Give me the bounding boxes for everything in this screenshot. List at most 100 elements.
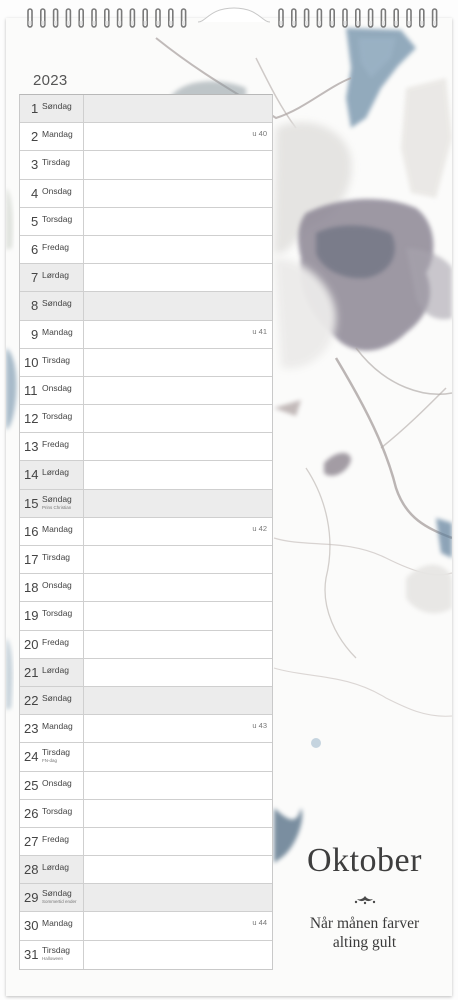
weekday-name: Søndag bbox=[42, 493, 72, 504]
day-row: 27 Fredag bbox=[20, 827, 272, 857]
day-row: 25 Onsdag bbox=[20, 771, 272, 800]
month-motto: Når månen farver alting gult bbox=[273, 914, 456, 952]
day-number: 24 bbox=[24, 749, 39, 765]
day-number: 11 bbox=[24, 382, 38, 398]
day-note: Halloween bbox=[42, 955, 64, 961]
weekday-name: Fredag bbox=[42, 833, 69, 844]
day-row: 5 Torsdag bbox=[20, 207, 272, 236]
day-number: 12 bbox=[24, 411, 39, 427]
week-number: u 43 bbox=[252, 721, 267, 731]
day-row: 19 Torsdag bbox=[20, 602, 272, 631]
week-number: u 42 bbox=[252, 523, 267, 533]
day-label-cell: 24 Tirsdag FN-dag bbox=[20, 743, 84, 771]
day-number: 6 bbox=[31, 241, 39, 257]
weekday-name: Torsdag bbox=[42, 805, 73, 816]
day-number: 22 bbox=[24, 692, 39, 708]
day-number: 25 bbox=[24, 777, 39, 793]
day-number: 27 bbox=[24, 833, 39, 849]
day-label-cell: 1 Søndag bbox=[20, 95, 84, 123]
day-row: 4 Onsdag bbox=[20, 179, 272, 208]
weekday-name: Tirsdag bbox=[42, 944, 71, 955]
weekday-name: Søndag bbox=[42, 101, 72, 111]
day-row: 22 Søndag bbox=[20, 686, 272, 716]
weekday-name: Lørdag bbox=[42, 664, 69, 675]
wire-binding-icon bbox=[278, 8, 438, 28]
day-label-cell: 25 Onsdag bbox=[20, 771, 84, 799]
weekday-name: Tirsdag bbox=[42, 354, 71, 365]
weekday-name: Tirsdag bbox=[42, 747, 71, 758]
day-label-cell: 12 Torsdag bbox=[20, 405, 84, 433]
weekday-name: Fredag bbox=[42, 636, 69, 647]
day-note: Prins Christian bbox=[42, 504, 72, 510]
day-label-cell: 6 Fredag bbox=[20, 235, 84, 264]
day-row: 9 Mandag u 41 bbox=[20, 320, 272, 349]
day-label-cell: 23 Mandag bbox=[20, 715, 84, 743]
weekday-name: Tirsdag bbox=[42, 157, 71, 168]
day-label-cell: 21 Lørdag bbox=[20, 658, 84, 686]
motto-line: alting gult bbox=[332, 934, 397, 951]
day-number: 7 bbox=[31, 270, 39, 286]
month-title: Oktober bbox=[307, 842, 422, 879]
motto-line: Når månen farver bbox=[309, 915, 420, 932]
weekday-name: Søndag bbox=[42, 692, 72, 703]
flourish-ornament-icon bbox=[354, 896, 376, 905]
weekday-name: Mandag bbox=[42, 326, 73, 337]
week-number: u 44 bbox=[252, 918, 267, 928]
day-label-cell: 9 Mandag bbox=[20, 320, 84, 348]
day-label-cell: 15 Søndag Prins Christian bbox=[20, 489, 84, 517]
day-label-cell: 28 Lørdag bbox=[20, 856, 84, 884]
day-row: 12 Torsdag bbox=[20, 405, 272, 434]
day-number: 21 bbox=[24, 664, 39, 680]
day-number: 13 bbox=[24, 439, 39, 455]
day-row: 20 Fredag bbox=[20, 630, 272, 659]
day-label-cell: 13 Fredag bbox=[20, 433, 84, 461]
weekday-name: Søndag bbox=[42, 888, 72, 899]
year-label: 2023 bbox=[33, 72, 68, 89]
day-number: 30 bbox=[24, 918, 39, 934]
day-label-cell: 22 Søndag bbox=[20, 686, 84, 715]
weekday-name: Mandag bbox=[42, 918, 73, 929]
weekday-name: Onsdag bbox=[42, 580, 72, 591]
day-row: 21 Lørdag bbox=[20, 658, 272, 687]
weekday-name: Lørdag bbox=[42, 270, 69, 281]
weekday-name: Torsdag bbox=[42, 411, 73, 422]
day-row: 2 Mandag u 40 bbox=[20, 123, 272, 152]
day-row: 28 Lørdag bbox=[20, 856, 272, 885]
day-number: 23 bbox=[24, 721, 39, 737]
calendar-page: 2023 1 Søndag 2 Mandag u 40 3 Tirsdag 4 Onsdag 5 T… bbox=[0, 0, 458, 1000]
day-number: 26 bbox=[24, 805, 39, 821]
day-label-cell: 27 Fredag bbox=[20, 827, 84, 856]
day-label-cell: 18 Onsdag bbox=[20, 574, 84, 602]
day-number: 20 bbox=[24, 636, 39, 652]
weekday-name: Onsdag bbox=[42, 777, 72, 788]
weekday-name: Mandag bbox=[42, 721, 73, 732]
weekday-name: Onsdag bbox=[42, 382, 72, 393]
day-number: 18 bbox=[24, 580, 39, 596]
day-label-cell: 4 Onsdag bbox=[20, 179, 84, 207]
weekday-name: Tirsdag bbox=[42, 552, 71, 562]
day-row: 18 Onsdag bbox=[20, 574, 272, 603]
day-row: 26 Torsdag bbox=[20, 799, 272, 828]
weekday-name: Fredag bbox=[42, 439, 69, 450]
day-row: 10 Tirsdag bbox=[20, 348, 272, 377]
day-row: 17 Tirsdag bbox=[20, 546, 272, 575]
day-label-cell: 10 Tirsdag bbox=[20, 348, 84, 376]
day-grid: 1 Søndag 2 Mandag u 40 3 Tirsdag 4 Onsdag 5 Torsda… bbox=[19, 94, 273, 970]
day-label-cell: 7 Lørdag bbox=[20, 264, 84, 292]
day-number: 4 bbox=[31, 185, 39, 201]
day-number: 10 bbox=[24, 354, 39, 370]
day-note: FN-dag bbox=[42, 758, 58, 764]
weekday-name: Lørdag bbox=[42, 862, 69, 873]
hanger-notch-icon bbox=[197, 7, 271, 23]
day-label-cell: 5 Torsdag bbox=[20, 207, 84, 235]
day-number: 28 bbox=[24, 862, 39, 878]
day-number: 16 bbox=[24, 523, 39, 539]
weekday-name: Fredag bbox=[42, 241, 69, 252]
day-row: 30 Mandag u 44 bbox=[20, 912, 272, 941]
weekday-name: Torsdag bbox=[42, 213, 73, 224]
day-row: 8 Søndag bbox=[20, 292, 272, 321]
day-label-cell: 11 Onsdag bbox=[20, 376, 84, 405]
day-row: 7 Lørdag bbox=[20, 264, 272, 293]
day-label-cell: 26 Torsdag bbox=[20, 799, 84, 827]
day-label-cell: 31 Tirsdag Halloween bbox=[20, 940, 84, 969]
